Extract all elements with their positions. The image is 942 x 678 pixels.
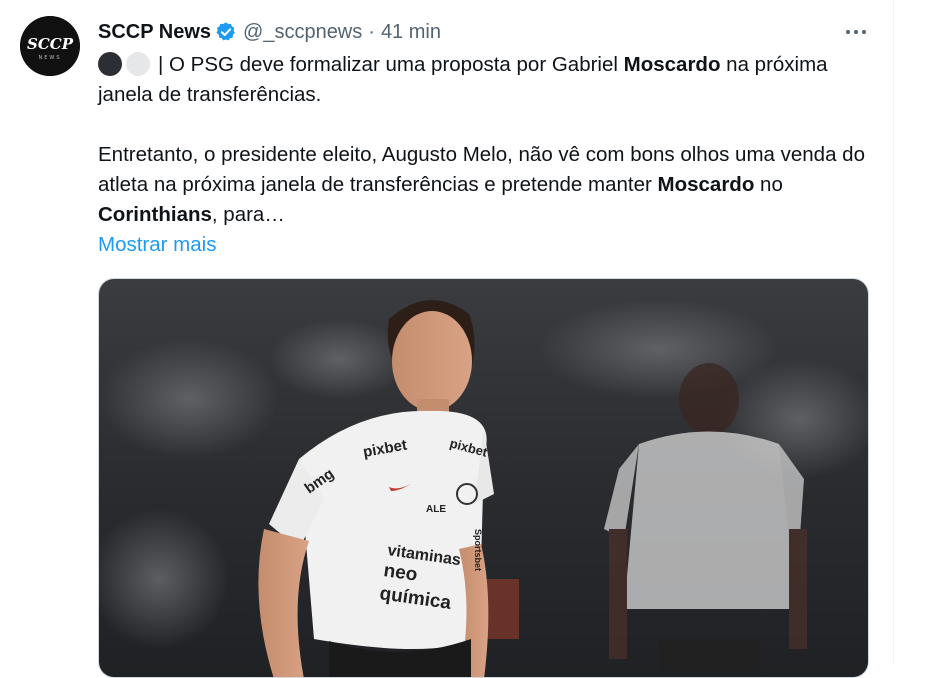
more-dot bbox=[854, 30, 858, 34]
tweet-header: SCCP News @_sccpnews · 41 min bbox=[98, 18, 441, 46]
jersey-side: Sportsbet bbox=[473, 529, 483, 571]
para2-bold1: Moscardo bbox=[657, 173, 755, 196]
line1-prefix: | O PSG deve formalizar uma proposta por… bbox=[158, 53, 624, 76]
tweet-media-photo[interactable]: pixbet bmg pixbet ALE vitaminas neo quím… bbox=[98, 278, 869, 678]
tweet-timestamp[interactable]: 41 min bbox=[381, 21, 441, 44]
line1-bold: Moscardo bbox=[623, 53, 721, 76]
right-divider bbox=[893, 0, 894, 664]
author-name[interactable]: SCCP News bbox=[98, 21, 211, 44]
more-dot bbox=[862, 30, 866, 34]
verified-badge-icon[interactable] bbox=[215, 21, 237, 43]
tweet-paragraph-1: | O PSG deve formalizar uma proposta por… bbox=[98, 50, 878, 110]
tweet-text: | O PSG deve formalizar uma proposta por… bbox=[98, 50, 878, 230]
para2-bold2: Corinthians bbox=[98, 203, 212, 226]
jersey-brand: ALE bbox=[426, 504, 446, 515]
black-circle-emoji-icon bbox=[98, 52, 122, 76]
para2-end: , para… bbox=[211, 203, 285, 226]
avatar[interactable]: SCCP NEWS bbox=[20, 16, 80, 76]
tweet-paragraph-2: Entretanto, o presidente eleito, Augusto… bbox=[98, 140, 878, 230]
white-circle-emoji-icon bbox=[126, 52, 150, 76]
para2-mid: no bbox=[754, 173, 783, 196]
avatar-logo-subtext: NEWS bbox=[38, 55, 61, 61]
header-separator: · bbox=[368, 20, 375, 43]
author-handle[interactable]: @_sccpnews bbox=[243, 21, 362, 44]
avatar-logo-text: SCCP bbox=[27, 35, 74, 53]
more-dot bbox=[846, 30, 850, 34]
show-more-link[interactable]: Mostrar mais bbox=[98, 230, 216, 260]
more-options-icon[interactable] bbox=[840, 18, 872, 46]
